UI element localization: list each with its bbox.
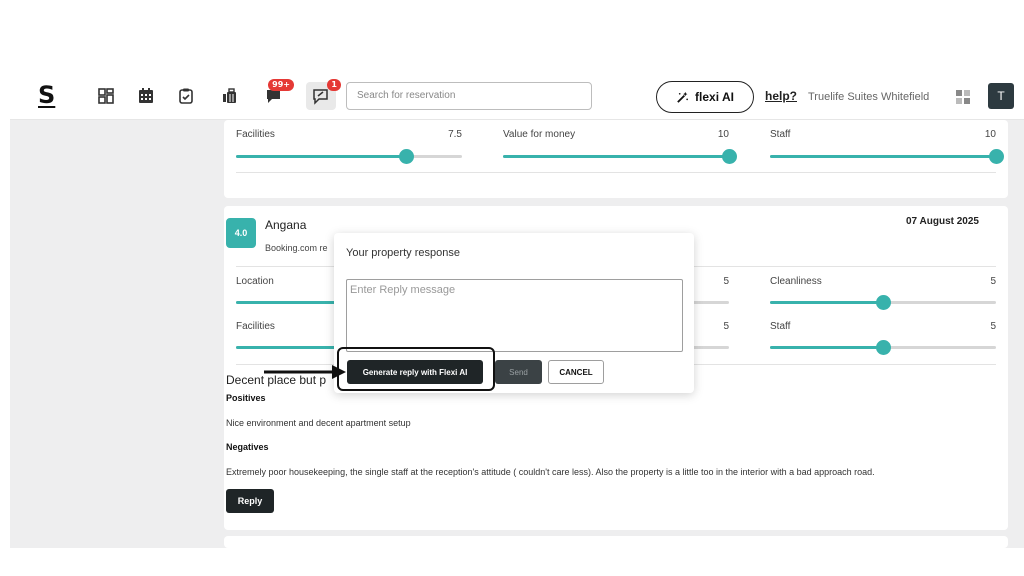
negatives-text: Extremely poor housekeeping, the single … bbox=[226, 467, 875, 477]
score-badge: 4.0 bbox=[226, 218, 256, 248]
pointer-arrow-icon bbox=[264, 365, 346, 379]
rating-label: Location bbox=[236, 276, 274, 287]
send-button[interactable]: Send bbox=[495, 360, 542, 384]
rating-value: 10 bbox=[984, 129, 996, 140]
app-logo[interactable]: S bbox=[38, 81, 55, 109]
rating-value: 5 bbox=[723, 321, 729, 332]
search-input[interactable]: Search for reservation bbox=[346, 82, 592, 110]
apps-grid-icon[interactable] bbox=[956, 89, 970, 108]
rating-slider bbox=[503, 149, 737, 164]
rating-value: 5 bbox=[723, 276, 729, 287]
rating-slider bbox=[236, 149, 462, 164]
magic-wand-icon bbox=[677, 91, 689, 103]
rating-label: Cleanliness bbox=[770, 276, 822, 287]
rating-value: 10 bbox=[717, 129, 729, 140]
luggage-icon[interactable] bbox=[220, 86, 240, 106]
help-link[interactable]: help? bbox=[765, 89, 797, 103]
clipboard-icon[interactable] bbox=[176, 86, 196, 106]
positives-heading: Positives bbox=[226, 393, 266, 403]
rating-slider bbox=[770, 340, 996, 355]
positives-text: Nice environment and decent apartment se… bbox=[226, 418, 411, 428]
rating-label: Facilities bbox=[236, 321, 275, 332]
negatives-heading: Negatives bbox=[226, 442, 269, 452]
dashboard-icon[interactable] bbox=[96, 86, 116, 106]
highlight-outline bbox=[337, 347, 495, 391]
flexi-ai-label: flexi AI bbox=[695, 90, 734, 104]
chat-icon[interactable]: 99+ bbox=[264, 79, 294, 106]
review-card-previous bbox=[224, 120, 1008, 198]
property-name[interactable]: Truelife Suites Whitefield bbox=[808, 91, 929, 103]
rating-slider bbox=[770, 149, 1004, 164]
reviews-button[interactable]: 1 bbox=[306, 79, 341, 110]
guest-name: Angana bbox=[265, 218, 307, 232]
rating-value: 5 bbox=[990, 321, 996, 332]
rating-label: Staff bbox=[770, 129, 791, 140]
rating-slider bbox=[770, 295, 996, 310]
cancel-button[interactable]: CANCEL bbox=[548, 360, 604, 384]
review-source: Booking.com re bbox=[265, 243, 328, 253]
reviews-badge: 1 bbox=[327, 79, 341, 91]
rating-label: Facilities bbox=[236, 129, 275, 140]
chat-badge: 99+ bbox=[268, 79, 294, 91]
top-navbar: S 99+ 1 Search for reservation flexi AI bbox=[10, 72, 1024, 120]
rating-value: 5 bbox=[990, 276, 996, 287]
reviews-icon: 1 bbox=[311, 79, 341, 106]
rating-label: Staff bbox=[770, 321, 791, 332]
dialog-title: Your property response bbox=[346, 247, 460, 259]
reply-message-input[interactable]: Enter Reply message bbox=[346, 279, 683, 352]
rating-value: 7.5 bbox=[448, 129, 462, 140]
calendar-icon[interactable] bbox=[136, 86, 156, 106]
rating-label: Value for money bbox=[503, 129, 576, 140]
flexi-ai-button[interactable]: flexi AI bbox=[656, 81, 754, 113]
divider bbox=[236, 172, 996, 173]
review-card-next bbox=[224, 536, 1008, 548]
reply-button[interactable]: Reply bbox=[226, 489, 274, 513]
review-date: 07 August 2025 bbox=[906, 216, 979, 227]
user-avatar[interactable]: T bbox=[988, 83, 1014, 109]
